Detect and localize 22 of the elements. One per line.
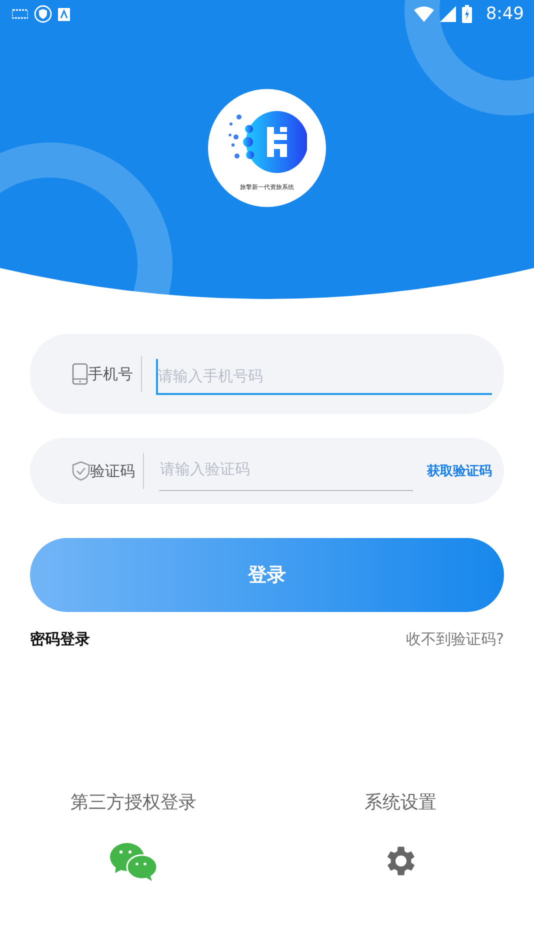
logo-icon <box>227 109 307 175</box>
clock-time: 8:49 <box>486 4 524 24</box>
no-code-link[interactable]: 收不到验证码? <box>406 630 504 649</box>
get-code-link[interactable]: 获取验证码 <box>427 462 492 480</box>
signal-icon <box>440 6 456 22</box>
section-label: 第三方授权登录 <box>70 791 196 814</box>
wifi-icon <box>414 6 434 22</box>
form-row[interactable]: 手机号 请输入手机号码 <box>30 334 504 414</box>
shield-icon <box>34 5 52 23</box>
text-icon <box>58 8 70 20</box>
password-login-link[interactable]: 密码登录 <box>30 630 90 649</box>
field-label: 验证码 <box>90 462 135 480</box>
field-label: 手机号 <box>88 364 133 384</box>
battery-icon <box>462 5 472 23</box>
section-label: 系统设置 <box>364 791 436 814</box>
input-field[interactable]: 请输入手机号码 <box>156 359 492 395</box>
phone-icon <box>72 363 88 385</box>
form-row[interactable]: 验证码 请输入验证码 获取验证码 <box>30 438 504 504</box>
chat-bubbles-icon[interactable] <box>110 842 158 882</box>
input-field[interactable]: 请输入验证码 <box>158 447 413 491</box>
shield-check-icon <box>72 461 90 481</box>
keyboard-icon <box>12 9 28 19</box>
